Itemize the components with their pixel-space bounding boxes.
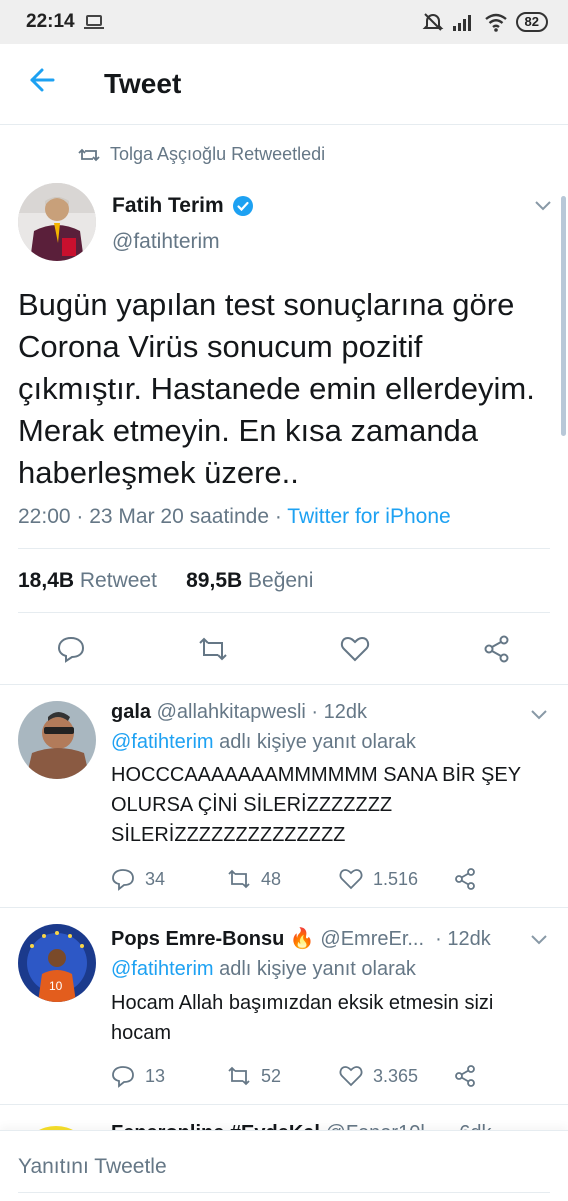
- signal-icon: [452, 15, 471, 31]
- reply-icon[interactable]: [56, 634, 86, 664]
- replying-to-suffix: adlı kişiye yanıt olarak: [213, 731, 416, 753]
- reply-retweet-action[interactable]: 48: [227, 867, 281, 891]
- reply-text: Hocam Allah başımızdan eksik etmesin siz…: [111, 992, 494, 1044]
- reply-like-action[interactable]: 1.516: [339, 867, 418, 891]
- share-icon: [455, 868, 475, 890]
- divider: [18, 612, 550, 613]
- reply-avatar-photo: 10: [18, 924, 96, 1002]
- chevron-down-icon[interactable]: [534, 200, 552, 212]
- replying-to-mention[interactable]: @fatihterim: [111, 958, 214, 980]
- reply-compose-input[interactable]: Yanıtını Tweetle: [18, 1155, 167, 1179]
- svg-text:10: 10: [49, 979, 63, 993]
- reply-header: Pops Emre-Bonsu 🔥 @EmreEr... · 12dk: [111, 926, 491, 951]
- divider: [0, 1104, 568, 1105]
- reply-retweet-action[interactable]: 52: [227, 1064, 281, 1088]
- reply-author-name[interactable]: Pops Emre-Bonsu: [111, 928, 284, 950]
- reply-author-handle[interactable]: @EmreEr...: [320, 928, 424, 950]
- reply-count: 13: [145, 1065, 166, 1086]
- tweet-source-link[interactable]: Twitter for iPhone: [287, 505, 450, 528]
- retweeted-by[interactable]: Tolga Aşçıoğlu Retweetledi: [78, 144, 325, 165]
- reply-avatar[interactable]: [18, 701, 96, 779]
- retweet-icon: [228, 1066, 250, 1086]
- retweeted-by-label: Tolga Aşçıoğlu Retweetledi: [110, 144, 326, 164]
- author-handle[interactable]: @fatihterim: [112, 230, 220, 254]
- page-title: Tweet: [104, 68, 182, 99]
- author-photo: [18, 183, 96, 261]
- retweet-stat-label: Retweet: [79, 569, 157, 592]
- tweet-stats: 18,4B Retweet 89,5B Beğeni: [18, 569, 313, 593]
- reply-avatar-photo: [18, 701, 96, 779]
- share-icon: [455, 1065, 475, 1087]
- retweet-count: 48: [261, 868, 282, 889]
- reply-icon: [112, 869, 134, 891]
- share-icon[interactable]: [482, 634, 512, 664]
- retweet-small-icon: [78, 148, 100, 161]
- verified-badge-icon: [232, 196, 253, 216]
- reply-reply-action[interactable]: 34: [111, 867, 165, 891]
- scrollbar[interactable]: [561, 196, 566, 436]
- like-count: 1.516: [373, 868, 419, 889]
- reply-author-name[interactable]: gala: [111, 701, 151, 723]
- laptop-icon: [84, 15, 104, 29]
- back-arrow-icon[interactable]: [28, 66, 56, 94]
- compose-underline: [18, 1192, 550, 1193]
- reply-share-action[interactable]: [453, 1064, 477, 1088]
- mute-alarm-icon: [422, 13, 443, 31]
- replying-to-mention[interactable]: @fatihterim: [111, 731, 214, 753]
- reply-time: · 12dk: [311, 701, 368, 723]
- replying-to: @fatihterim adlı kişiye yanıt olarak: [111, 958, 416, 981]
- like-heart-icon[interactable]: [340, 634, 370, 664]
- like-stat[interactable]: 89,5B Beğeni: [186, 569, 313, 592]
- fire-emoji-icon: 🔥: [289, 928, 315, 950]
- reply-count: 34: [145, 868, 166, 889]
- reply-header: gala @allahkitapwesli · 12dk: [111, 701, 367, 724]
- chevron-down-icon[interactable]: [530, 934, 548, 946]
- reply-compose-bar[interactable]: Yanıtını Tweetle: [0, 1130, 568, 1201]
- reply-like-action[interactable]: 3.365: [339, 1064, 418, 1088]
- status-time: 22:14: [26, 11, 75, 32]
- author-name-text: Fatih Terim: [112, 194, 224, 217]
- retweet-icon: [228, 869, 250, 889]
- like-stat-label: Beğeni: [248, 569, 314, 592]
- like-stat-count: 89,5B: [186, 569, 243, 592]
- reply-reply-action[interactable]: 13: [111, 1064, 165, 1088]
- like-heart-icon: [339, 869, 363, 890]
- status-bar: 22:14 82: [0, 0, 568, 44]
- retweet-count: 52: [261, 1065, 282, 1086]
- retweet-icon[interactable]: [198, 634, 228, 664]
- tweet-actions: [0, 628, 568, 672]
- replying-to: @fatihterim adlı kişiye yanıt olarak: [111, 731, 416, 754]
- retweet-stat-count: 18,4B: [18, 569, 75, 592]
- reply-text: HOCCCAAAAAAAMMMMMM SANA BİR ŞEY OLURSA Ç…: [111, 764, 521, 846]
- reply-author-handle[interactable]: @allahkitapwesli: [157, 701, 306, 723]
- author-name[interactable]: Fatih Terim: [112, 194, 254, 218]
- reply-item[interactable]: 10 Pops Emre-Bonsu 🔥 @EmreEr... · 12dk @…: [0, 908, 568, 1104]
- reply-icon: [112, 1066, 134, 1088]
- tweet-timestamp: 22:00 · 23 Mar 20 saatinde ·: [18, 505, 288, 528]
- tweet-text: Bugün yapılan test sonuçlarına göre Coro…: [18, 287, 535, 490]
- reply-item[interactable]: gala @allahkitapwesli · 12dk @fatihterim…: [0, 685, 568, 907]
- author-avatar[interactable]: [18, 183, 96, 261]
- replying-to-suffix: adlı kişiye yanıt olarak: [213, 958, 416, 980]
- wifi-icon: [484, 13, 507, 32]
- chevron-down-icon[interactable]: [530, 709, 548, 721]
- divider: [18, 548, 550, 549]
- tweet-meta: 22:00 · 23 Mar 20 saatinde · Twitter for…: [18, 505, 451, 529]
- retweet-stat[interactable]: 18,4B Retweet: [18, 569, 157, 592]
- reply-avatar[interactable]: 10: [18, 924, 96, 1002]
- reply-time: · 12dk: [435, 928, 491, 950]
- like-count: 3.365: [373, 1065, 419, 1086]
- like-heart-icon: [339, 1066, 363, 1087]
- reply-share-action[interactable]: [453, 867, 477, 891]
- top-bar: Tweet: [0, 44, 568, 125]
- battery-indicator: 82: [515, 12, 548, 32]
